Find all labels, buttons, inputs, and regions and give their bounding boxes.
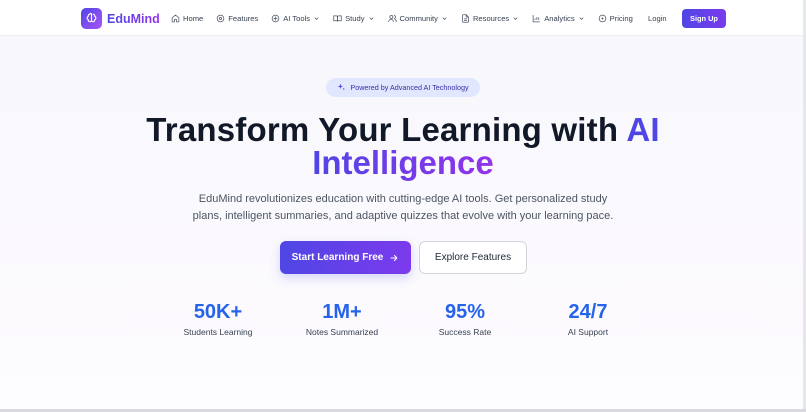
headline-text: Transform Your Learning with	[146, 111, 627, 148]
start-learning-label: Start Learning Free	[291, 252, 384, 263]
hero-headline-line2: Intelligence	[0, 146, 806, 180]
hero-subtitle: EduMind revolutionizes education with cu…	[192, 193, 614, 222]
brain-icon	[81, 8, 102, 29]
brand-logo[interactable]: EduMind	[81, 8, 160, 29]
nav-item-ai-tools[interactable]: AI Tools	[271, 14, 320, 23]
nav-item-resources[interactable]: Resources	[461, 14, 519, 23]
stat-support: 24/7 AI Support	[528, 301, 648, 337]
stat-label: Success Rate	[438, 327, 492, 337]
nav-item-label: Community	[399, 13, 438, 23]
nav-item-label: AI Tools	[283, 13, 311, 23]
nav-item-label: Features	[228, 13, 259, 23]
book-icon	[333, 15, 342, 22]
stat-notes: 1M+ Notes Summarized	[282, 301, 402, 337]
stat-value: 1M+	[322, 301, 362, 323]
chevron-down-icon	[513, 16, 518, 20]
badge-label: Powered by Advanced AI Technology	[350, 83, 469, 92]
headline-intelligence: Intelligence	[312, 144, 494, 181]
home-icon	[171, 14, 180, 22]
stat-label: AI Support	[567, 327, 609, 337]
nav-item-label: Pricing	[609, 13, 633, 23]
file-icon	[462, 13, 469, 23]
brand-name: EduMind	[107, 11, 160, 26]
arrow-right-icon	[390, 254, 398, 261]
nav-item-pricing[interactable]: Pricing	[598, 14, 633, 23]
explore-features-button[interactable]: Explore Features	[419, 241, 527, 274]
hero-badge: Powered by Advanced AI Technology	[326, 78, 480, 97]
stat-value: 24/7	[568, 301, 608, 323]
bar-chart-icon	[532, 14, 541, 22]
stat-value: 95%	[444, 301, 486, 323]
nav-item-label: Resources	[472, 13, 510, 23]
stat-label: Students Learning	[183, 327, 253, 337]
nav-item-community[interactable]: Community	[387, 13, 448, 23]
tag-icon	[598, 14, 606, 22]
sparkles-icon	[338, 83, 346, 91]
nav-item-features[interactable]: Features	[216, 14, 258, 23]
chevron-down-icon	[369, 16, 374, 20]
users-icon	[387, 14, 397, 22]
start-learning-button[interactable]: Start Learning Free	[280, 241, 411, 274]
signup-button[interactable]: Sign Up	[682, 9, 726, 28]
nav-item-analytics[interactable]: Analytics	[532, 14, 584, 23]
stat-label: Notes Summarized	[305, 327, 379, 337]
login-link[interactable]: Login	[648, 14, 667, 23]
settings-icon	[217, 14, 225, 22]
hero-headline: Transform Your Learning with AI	[0, 113, 806, 147]
headline-ai: AI	[626, 111, 660, 148]
chevron-down-icon	[442, 16, 447, 20]
nav-item-label: Home	[183, 13, 204, 23]
nav-item-label: Analytics	[544, 13, 575, 23]
cpu-icon	[271, 14, 280, 22]
nav-item-label: Study	[345, 13, 365, 23]
nav-item-study[interactable]: Study	[333, 14, 374, 23]
stat-value: 50K+	[193, 301, 243, 323]
stat-success: 95% Success Rate	[405, 301, 525, 337]
stat-students: 50K+ Students Learning	[158, 301, 278, 337]
nav-item-home[interactable]: Home	[171, 14, 203, 23]
main-nav: Home Features AI Tools Study Community R…	[171, 0, 646, 36]
top-navbar: EduMind Home Features AI Tools Study Com…	[0, 0, 806, 36]
chevron-down-icon	[579, 16, 584, 20]
chevron-down-icon	[314, 16, 319, 20]
